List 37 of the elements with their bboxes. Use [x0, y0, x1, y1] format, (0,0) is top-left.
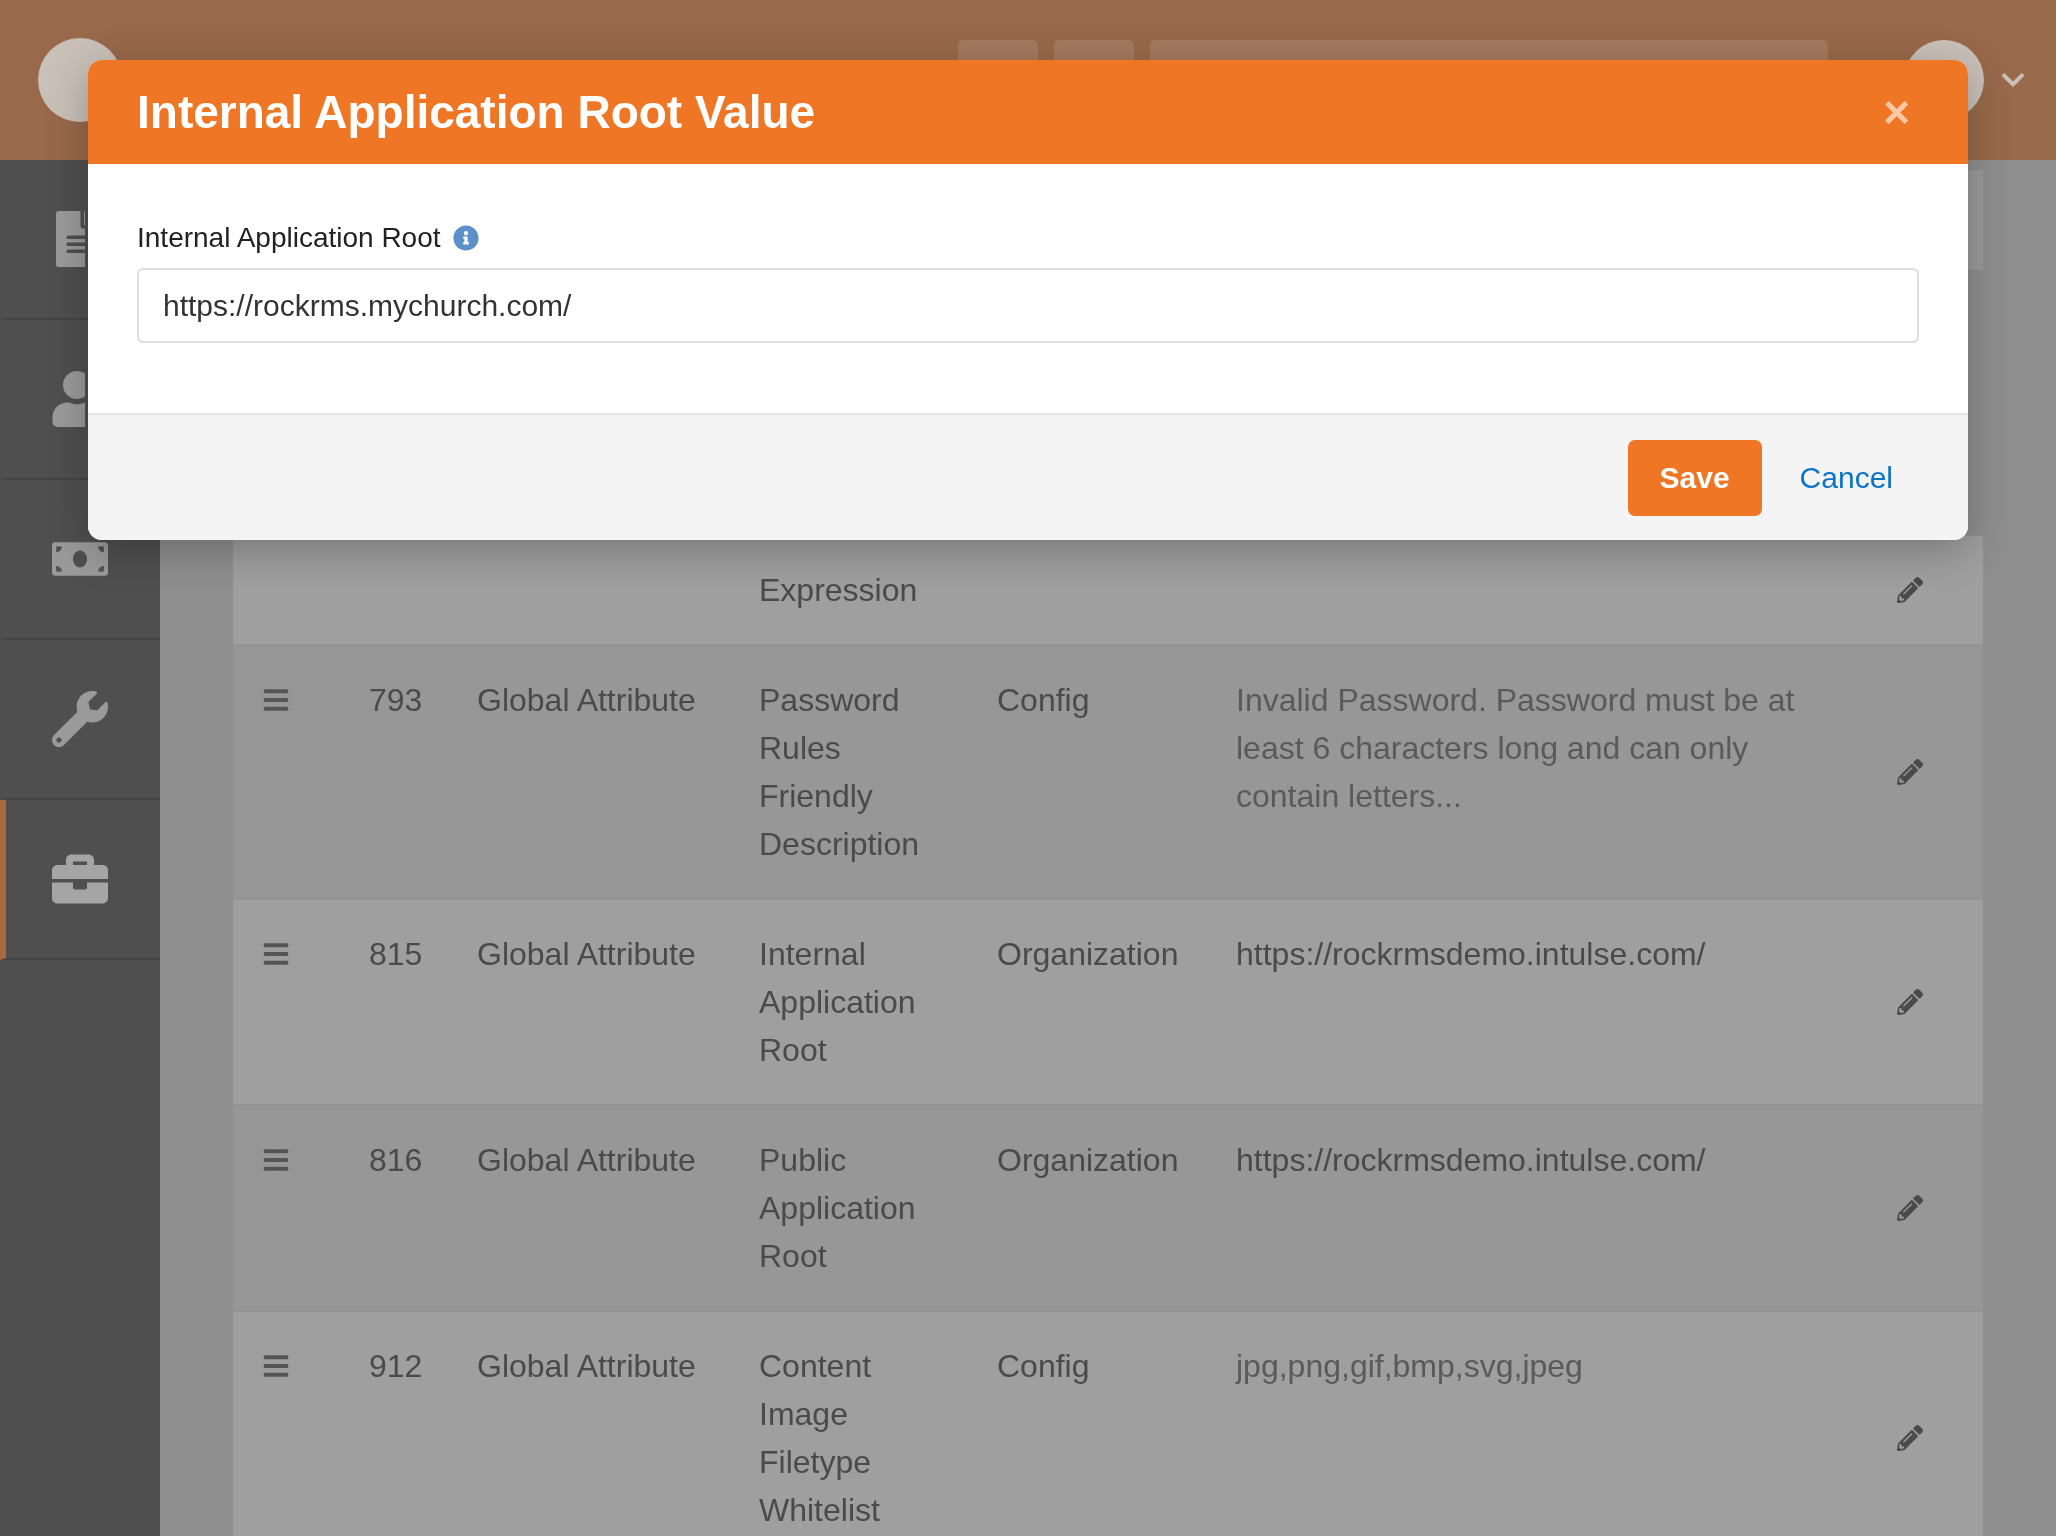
table-cell: Global Attribute	[477, 1348, 696, 1384]
table-cell: Global Attribute	[477, 936, 696, 972]
table-cell: Invalid Password. Password must be at least 6 characters long and can only contain letters...	[1236, 682, 1795, 814]
modal-title: Internal Application Root Value	[137, 85, 817, 139]
table-cell: Config	[997, 1348, 1090, 1384]
table-cell: Organization	[997, 936, 1179, 972]
drag-handle-icon[interactable]	[262, 940, 290, 968]
table-cell: 815	[369, 936, 423, 972]
info-icon[interactable]	[452, 225, 479, 251]
table-cell-text: Password Rules Friendly Description	[759, 681, 921, 864]
drag-handle-icon[interactable]	[262, 1146, 290, 1174]
table-cell: https://rockrmsdemo.intulse.com/	[1236, 1142, 1706, 1178]
table-cell: 816	[369, 1142, 423, 1178]
wrench-icon	[52, 691, 108, 747]
drag-handle-icon[interactable]	[262, 1352, 290, 1380]
edit-icon[interactable]	[1896, 1195, 1923, 1221]
table-cell: Global Attribute	[477, 1142, 696, 1178]
drag-handle-icon[interactable]	[262, 686, 290, 714]
table-cell-text: Internal Application Root	[759, 935, 917, 1070]
table-cell: 793	[369, 682, 423, 718]
table-cell: Config	[997, 682, 1090, 718]
edit-icon[interactable]	[1896, 577, 1923, 603]
edit-icon[interactable]	[1896, 1425, 1923, 1451]
table-cell: Organization	[997, 1142, 1179, 1178]
cancel-link[interactable]: Cancel	[1779, 460, 1913, 495]
table-cell: 912	[369, 1348, 423, 1384]
table-cell: Global Attribute	[477, 682, 696, 718]
field-label: Internal Application Root	[137, 222, 441, 254]
edit-icon[interactable]	[1896, 989, 1923, 1015]
table-cell: https://rockrmsdemo.intulse.com/	[1236, 936, 1706, 972]
table-cell-text: Public Application Root	[759, 1141, 917, 1276]
edit-icon[interactable]	[1896, 759, 1923, 785]
save-button[interactable]: Save	[1627, 439, 1762, 516]
table-cell-text: Expression	[759, 571, 918, 610]
input-field[interactable]: https://rockrms.mychurch.com/	[137, 268, 1919, 343]
table-cell: jpg,png,gif,bmp,svg,jpeg	[1236, 1348, 1583, 1384]
table-cell-text: Content Image Filetype Whitelist	[759, 1347, 881, 1530]
